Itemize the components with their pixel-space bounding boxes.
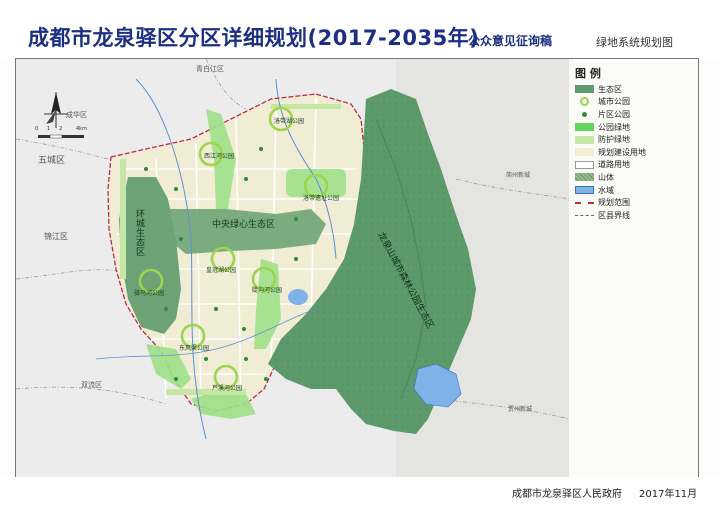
- legend-title: 图 例: [575, 67, 601, 80]
- legend-item: 生态区: [575, 83, 646, 96]
- legend-label: 生态区: [598, 84, 622, 94]
- park-label-huangguanhu: 皇冠湖公园: [206, 266, 236, 274]
- map-legend: 图 例 生态区 城市公园 片区公园 公园绿地 防护绿地 规划建设用地 道路用地 …: [569, 58, 699, 479]
- district-label-wucheng: 五城区: [38, 155, 65, 166]
- park-label-dougouhe: 陡沟河公园: [252, 286, 282, 294]
- legend-item: 城市公园: [575, 96, 646, 109]
- legend-swatch-icon: [575, 148, 594, 157]
- district-label-shuangliu: 双流区: [81, 380, 102, 389]
- legend-item: 规划建设用地: [575, 146, 646, 159]
- legend-swatch-icon: [580, 97, 589, 107]
- map-title: 成都市龙泉驿区分区详细规划(2017-2035年): [28, 26, 480, 50]
- legend-label: 公园绿地: [598, 122, 630, 132]
- legend-item: 公园绿地: [575, 121, 646, 134]
- legend-swatch-icon: [575, 214, 594, 216]
- legend-swatch-icon: [575, 186, 594, 195]
- legend-swatch-icon: [575, 123, 594, 132]
- legend-label: 道路用地: [598, 160, 630, 170]
- legend-label: 规划范围: [598, 198, 630, 208]
- legend-item: 道路用地: [575, 159, 646, 172]
- park-label-luodaihu: 洛带湖公园: [274, 117, 304, 125]
- legend-label: 区县界线: [598, 210, 630, 220]
- legend-item: 水域: [575, 184, 646, 197]
- legend-swatch-icon: [575, 173, 594, 182]
- legend-item: 山体: [575, 171, 646, 184]
- footer: 成都市龙泉驿区人民政府 2017年11月: [0, 477, 720, 509]
- district-label-jianzhou: 简州新城: [506, 171, 530, 179]
- legend-label: 防护绿地: [598, 135, 630, 145]
- map-sheet: 成都市龙泉驿区分区详细规划(2017-2035年) 公众意见征询稿 绿地系统规划…: [0, 0, 720, 509]
- map-subtitle: 公众意见征询稿: [468, 34, 553, 48]
- legend-label: 城市公园: [598, 97, 630, 107]
- district-label-jinjiang: 锦江区: [44, 231, 68, 241]
- zone-label-ring: 环城生态区: [134, 209, 145, 257]
- sheet-name: 绿地系统规划图: [596, 36, 673, 49]
- scale-bar: [38, 134, 84, 139]
- park-label-xijianghe: 西江河公园: [204, 152, 234, 160]
- scale-label-1: 1: [47, 126, 50, 132]
- legend-item: 规划范围: [575, 196, 646, 209]
- park-label-yimahe: 驿马河公园: [134, 289, 164, 297]
- legend-item: 防护绿地: [575, 133, 646, 146]
- legend-label: 山体: [598, 172, 614, 182]
- legend-swatch-icon: [575, 85, 594, 94]
- legend-swatch-icon: [575, 201, 594, 204]
- legend-item: 片区公园: [575, 108, 646, 121]
- legend-items: 生态区 城市公园 片区公园 公园绿地 防护绿地 规划建设用地 道路用地 山体 水…: [575, 83, 646, 222]
- map-canvas[interactable]: 0 1 2 4km 青白江区 成华区 五城区 锦江区 双流区 简州新城 贾州新城…: [15, 58, 571, 479]
- scale-label-2: 2: [59, 126, 62, 132]
- legend-label: 水域: [598, 185, 614, 195]
- legend-label: 规划建设用地: [598, 147, 646, 157]
- title-bar: 成都市龙泉驿区分区详细规划(2017-2035年) 公众意见征询稿 绿地系统规划…: [0, 0, 720, 62]
- legend-swatch-icon: [582, 111, 587, 117]
- issue-date: 2017年11月: [639, 489, 698, 500]
- issuing-organization: 成都市龙泉驿区人民政府: [512, 489, 622, 500]
- legend-label: 片区公园: [598, 109, 630, 119]
- scale-label-4km: 4km: [76, 126, 87, 132]
- legend-swatch-icon: [575, 135, 594, 144]
- park-label-luodaiyizhi: 洛带遗址公园: [303, 194, 339, 202]
- park-label-dongfengqu: 东风渠公园: [179, 344, 209, 352]
- district-label-qingbaijiang: 青白江区: [196, 64, 224, 73]
- park-label-luxihe: 芦溪河公园: [212, 384, 242, 392]
- legend-item: 区县界线: [575, 209, 646, 222]
- legend-swatch-icon: [575, 160, 594, 169]
- zone-label-central: 中央绿心生态区: [212, 218, 275, 230]
- scale-label-0: 0: [35, 126, 38, 132]
- district-label-jiazhou: 贾州新城: [508, 405, 532, 413]
- district-label-chenghua: 成华区: [66, 110, 87, 119]
